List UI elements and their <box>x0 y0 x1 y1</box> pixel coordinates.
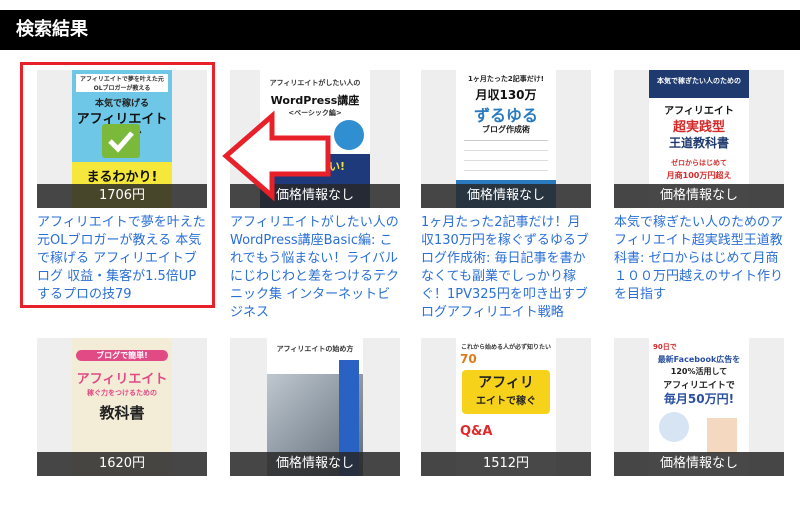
book-thumbnail[interactable]: これから始める人が必ず知りたい 70 アフィリ エイトで稼ぐ Q&A 1512円 <box>421 338 591 476</box>
book-card[interactable]: ブログで簡単! アフィリエイト 稼ぐ力をつけるための 教科書 1620円 <box>37 338 207 476</box>
book-card[interactable]: アフィリエイトの始め方 価格情報なし <box>230 338 400 476</box>
book-title-link[interactable]: 本気で稼ぎたい人のためのアフィリエイト超実践型王道教科書: ゼロからはじめて月商… <box>614 214 784 304</box>
check-icon <box>102 124 140 158</box>
book-thumbnail[interactable]: 本気で稼ぎたい人のための アフィリエイト 超実践型 王道教科書 ゼロからはじめて… <box>614 70 784 208</box>
book-thumbnail[interactable]: 1ヶ月たった2記事だけ! 月収130万 ずるゆる ブログ作成術 価格情報なし <box>421 70 591 208</box>
arrow-left-icon <box>222 110 332 202</box>
book-title-link[interactable]: 1ヶ月たった2記事だけ！月収130万円を稼ぐずるゆるブログ作成術: 毎日記事を書… <box>421 214 591 322</box>
book-card[interactable]: 1ヶ月たった2記事だけ! 月収130万 ずるゆる ブログ作成術 価格情報なし 1… <box>421 70 591 322</box>
search-results-header: 検索結果 <box>0 10 800 50</box>
book-price: 1620円 <box>37 452 207 476</box>
book-price: 価格情報なし <box>230 452 400 476</box>
book-price: 1706円 <box>37 184 207 208</box>
book-thumbnail[interactable]: アフィリエイトの始め方 価格情報なし <box>230 338 400 476</box>
book-thumbnail[interactable]: アフィリエイトで夢を叶えた元OLブロガーが教える 本気で稼げる アフィリエイトブ… <box>37 70 207 208</box>
book-price: 価格情報なし <box>421 184 591 208</box>
book-price: 1512円 <box>421 452 591 476</box>
book-title-link[interactable]: アフィリエイトで夢を叶えた元OLブロガーが教える 本気で稼げる アフィリエイトブ… <box>37 214 207 304</box>
header-title: 検索結果 <box>16 19 88 40</box>
book-price: 価格情報なし <box>614 452 784 476</box>
book-thumbnail[interactable]: 90日で 最新Facebook広告を 120%活用して アフィリエイトで 毎月5… <box>614 338 784 476</box>
book-thumbnail[interactable]: ブログで簡単! アフィリエイト 稼ぐ力をつけるための 教科書 1620円 <box>37 338 207 476</box>
book-price: 価格情報なし <box>614 184 784 208</box>
book-card[interactable]: 本気で稼ぎたい人のための アフィリエイト 超実践型 王道教科書 ゼロからはじめて… <box>614 70 784 304</box>
book-card[interactable]: 90日で 最新Facebook広告を 120%活用して アフィリエイトで 毎月5… <box>614 338 784 476</box>
book-title-link[interactable]: アフィリエイトがしたい人のWordPress講座Basic編: これでもう悩まな… <box>230 214 400 322</box>
book-card[interactable]: アフィリエイトで夢を叶えた元OLブロガーが教える 本気で稼げる アフィリエイトブ… <box>37 70 207 304</box>
book-card[interactable]: これから始める人が必ず知りたい 70 アフィリ エイトで稼ぐ Q&A 1512円 <box>421 338 591 476</box>
